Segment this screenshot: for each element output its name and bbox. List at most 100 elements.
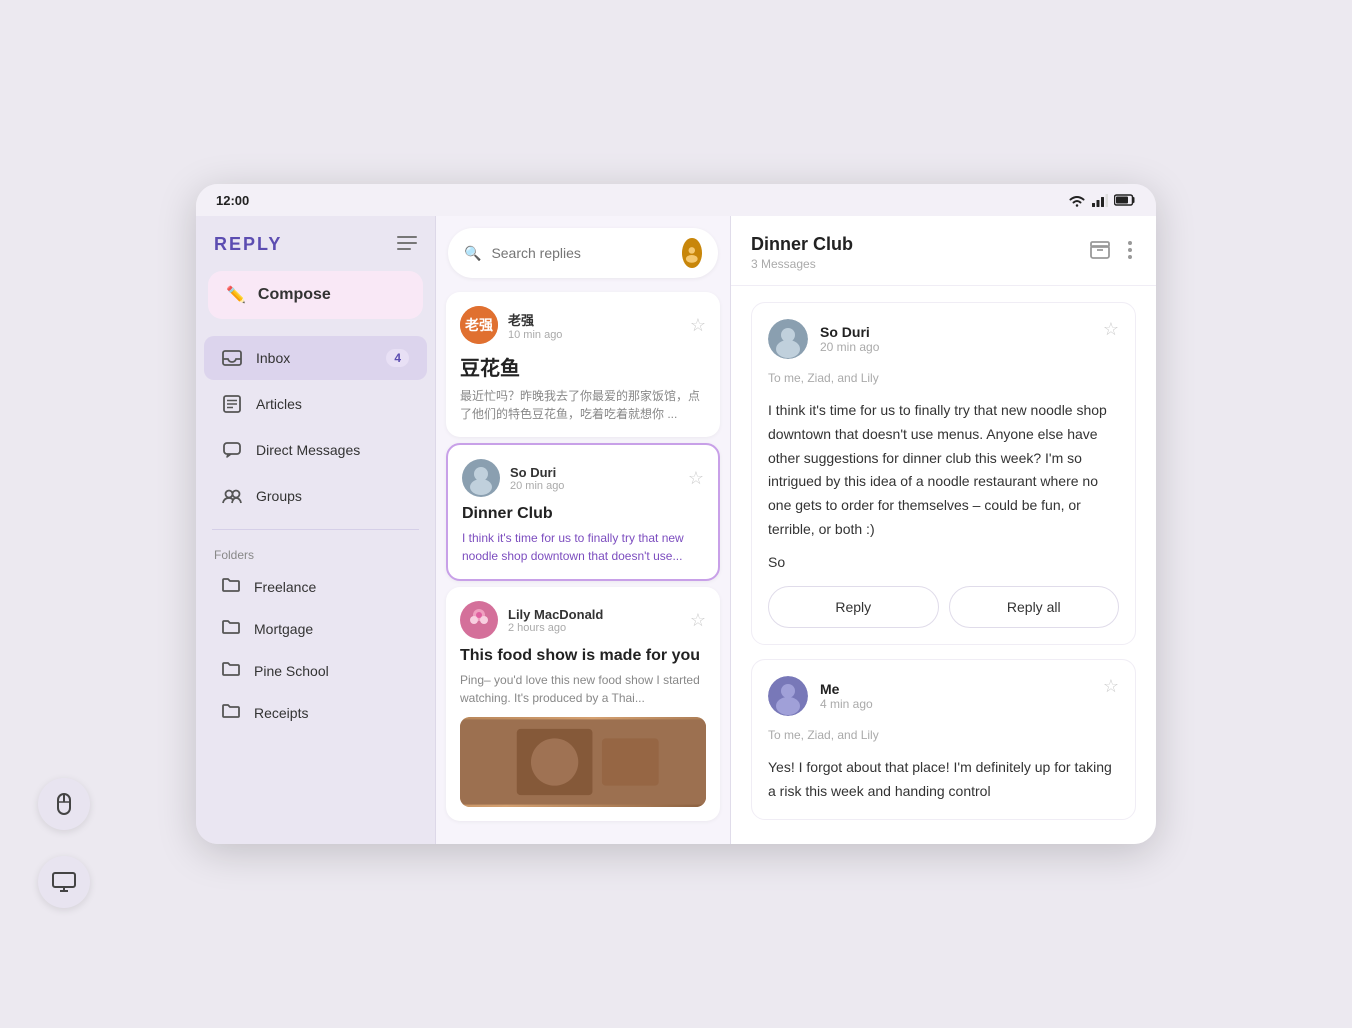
compose-button[interactable]: ✏️ Compose — [208, 271, 423, 319]
messages-scroll: 老强 老强 10 min ago ☆ 豆花鱼 最近忙吗？昨晚我去了你最爱的那家饭… — [436, 286, 730, 844]
conversation-title: Dinner Club — [751, 234, 853, 255]
email-sign-1: So — [768, 554, 1119, 570]
status-time: 12:00 — [216, 193, 249, 208]
folder-pine-school[interactable]: Pine School — [204, 651, 427, 691]
msg-preview-1: 最近忙吗？昨晚我去了你最爱的那家饭馆，点了他们的特色豆花鱼，吃着吃着就想你 ..… — [460, 387, 706, 423]
reply-button[interactable]: Reply — [768, 586, 939, 628]
inbox-icon — [222, 348, 242, 368]
monitor-icon-button[interactable] — [38, 856, 90, 908]
nav-divider — [212, 529, 419, 530]
conversation-panel: Dinner Club 3 Messages — [731, 216, 1156, 844]
status-bar: 12:00 — [196, 184, 1156, 216]
conversation-actions — [1086, 236, 1136, 269]
compose-label: Compose — [258, 286, 331, 304]
email-message-1: So Duri 20 min ago ☆ To me, Ziad, and Li… — [751, 302, 1136, 645]
folder-mortgage-label: Mortgage — [254, 621, 313, 637]
star-email-2[interactable]: ☆ — [1103, 676, 1119, 697]
email-message-2: Me 4 min ago ☆ To me, Ziad, and Lily Yes… — [751, 659, 1136, 821]
email-sender-name-1: So Duri — [820, 324, 879, 340]
msg-preview-2: I think it's time for us to finally try … — [462, 529, 704, 565]
reply-all-button[interactable]: Reply all — [949, 586, 1120, 628]
food-show-image — [460, 717, 706, 807]
folder-freelance[interactable]: Freelance — [204, 567, 427, 607]
conversation-header: Dinner Club 3 Messages — [731, 216, 1156, 286]
folder-icon-4 — [222, 703, 240, 723]
msg-preview-3: Ping– you'd love this new food show I st… — [460, 671, 706, 707]
articles-icon — [222, 394, 242, 414]
folder-pine-school-label: Pine School — [254, 663, 329, 679]
msg-subject-3: This food show is made for you — [460, 647, 706, 665]
sidebar-item-articles[interactable]: Articles — [204, 382, 427, 426]
folder-receipts[interactable]: Receipts — [204, 693, 427, 733]
inbox-badge: 4 — [386, 349, 409, 367]
direct-messages-icon — [222, 440, 242, 460]
msg-time-2: 20 min ago — [510, 480, 688, 492]
signal-icon — [1092, 194, 1108, 207]
mouse-icon — [51, 791, 77, 817]
sidebar: REPLY ✏️ Compose — [196, 216, 436, 844]
msg-time-1: 10 min ago — [508, 329, 690, 341]
message-list-panel: 🔍 — [436, 216, 731, 844]
email-to-1: To me, Ziad, and Lily — [768, 371, 1119, 385]
conversation-messages: So Duri 20 min ago ☆ To me, Ziad, and Li… — [731, 286, 1156, 844]
more-options-button[interactable] — [1124, 237, 1136, 268]
msg-sender-name-2: So Duri — [510, 465, 688, 480]
email-sender-info-1: So Duri 20 min ago — [820, 324, 879, 354]
menu-button[interactable] — [397, 234, 417, 255]
star-button-3[interactable]: ☆ — [690, 610, 706, 631]
email-to-2: To me, Ziad, and Lily — [768, 728, 1119, 742]
message-card-1[interactable]: 老强 老强 10 min ago ☆ 豆花鱼 最近忙吗？昨晚我去了你最爱的那家饭… — [446, 292, 720, 437]
star-button-2[interactable]: ☆ — [688, 468, 704, 489]
pen-icon: ✏️ — [226, 285, 246, 305]
wifi-icon — [1068, 194, 1086, 207]
email-header-2: Me 4 min ago ☆ — [768, 676, 1119, 716]
star-button-1[interactable]: ☆ — [690, 315, 706, 336]
email-sender-info-2: Me 4 min ago — [820, 681, 873, 711]
msg-sender-name-1: 老强 — [508, 310, 690, 329]
battery-icon — [1114, 194, 1136, 206]
direct-messages-label: Direct Messages — [256, 442, 360, 458]
search-bar: 🔍 — [448, 228, 718, 278]
groups-label: Groups — [256, 488, 302, 504]
archive-button[interactable] — [1086, 236, 1114, 269]
email-body-2: Yes! I forgot about that place! I'm defi… — [768, 756, 1119, 804]
app-logo: REPLY — [214, 234, 282, 255]
message-card-3[interactable]: Lily MacDonald 2 hours ago ☆ This food s… — [446, 587, 720, 821]
search-icon: 🔍 — [464, 245, 481, 262]
more-options-icon — [1128, 241, 1132, 259]
user-avatar — [682, 238, 702, 268]
soduri-avatar — [768, 319, 808, 359]
mouse-icon-button[interactable] — [38, 778, 90, 830]
avatar-soduri — [462, 459, 500, 497]
msg-sender-info-3: Lily MacDonald 2 hours ago — [508, 607, 690, 634]
sidebar-item-inbox[interactable]: Inbox 4 — [204, 336, 427, 380]
archive-icon — [1090, 240, 1110, 260]
articles-label: Articles — [256, 396, 302, 412]
email-avatar-1 — [768, 319, 808, 359]
email-sender-name-2: Me — [820, 681, 873, 697]
folder-icon-2 — [222, 619, 240, 639]
email-avatar-2 — [768, 676, 808, 716]
sidebar-header: REPLY — [196, 216, 435, 265]
conversation-subtitle: 3 Messages — [751, 257, 853, 271]
msg-avatar-1: 老强 — [460, 306, 498, 344]
folder-icon-3 — [222, 661, 240, 681]
me-avatar — [768, 676, 808, 716]
msg-subject-1: 豆花鱼 — [460, 352, 706, 381]
reply-actions-1: Reply Reply all — [768, 586, 1119, 628]
sidebar-item-direct-messages[interactable]: Direct Messages — [204, 428, 427, 472]
msg-avatar-3 — [460, 601, 498, 639]
monitor-icon — [51, 869, 77, 895]
avatar-lily — [460, 601, 498, 639]
folder-mortgage[interactable]: Mortgage — [204, 609, 427, 649]
sidebar-item-groups[interactable]: Groups — [204, 474, 427, 518]
folder-receipts-label: Receipts — [254, 705, 308, 721]
message-card-2[interactable]: So Duri 20 min ago ☆ Dinner Club I think… — [446, 443, 720, 581]
star-email-1[interactable]: ☆ — [1103, 319, 1119, 340]
email-sender-time-2: 4 min ago — [820, 697, 873, 711]
app-container: REPLY ✏️ Compose — [196, 216, 1156, 844]
search-input[interactable] — [491, 245, 672, 261]
msg-time-3: 2 hours ago — [508, 622, 690, 634]
avatar-laobao: 老强 — [460, 306, 498, 344]
email-sender-row-1: So Duri 20 min ago — [768, 319, 879, 359]
